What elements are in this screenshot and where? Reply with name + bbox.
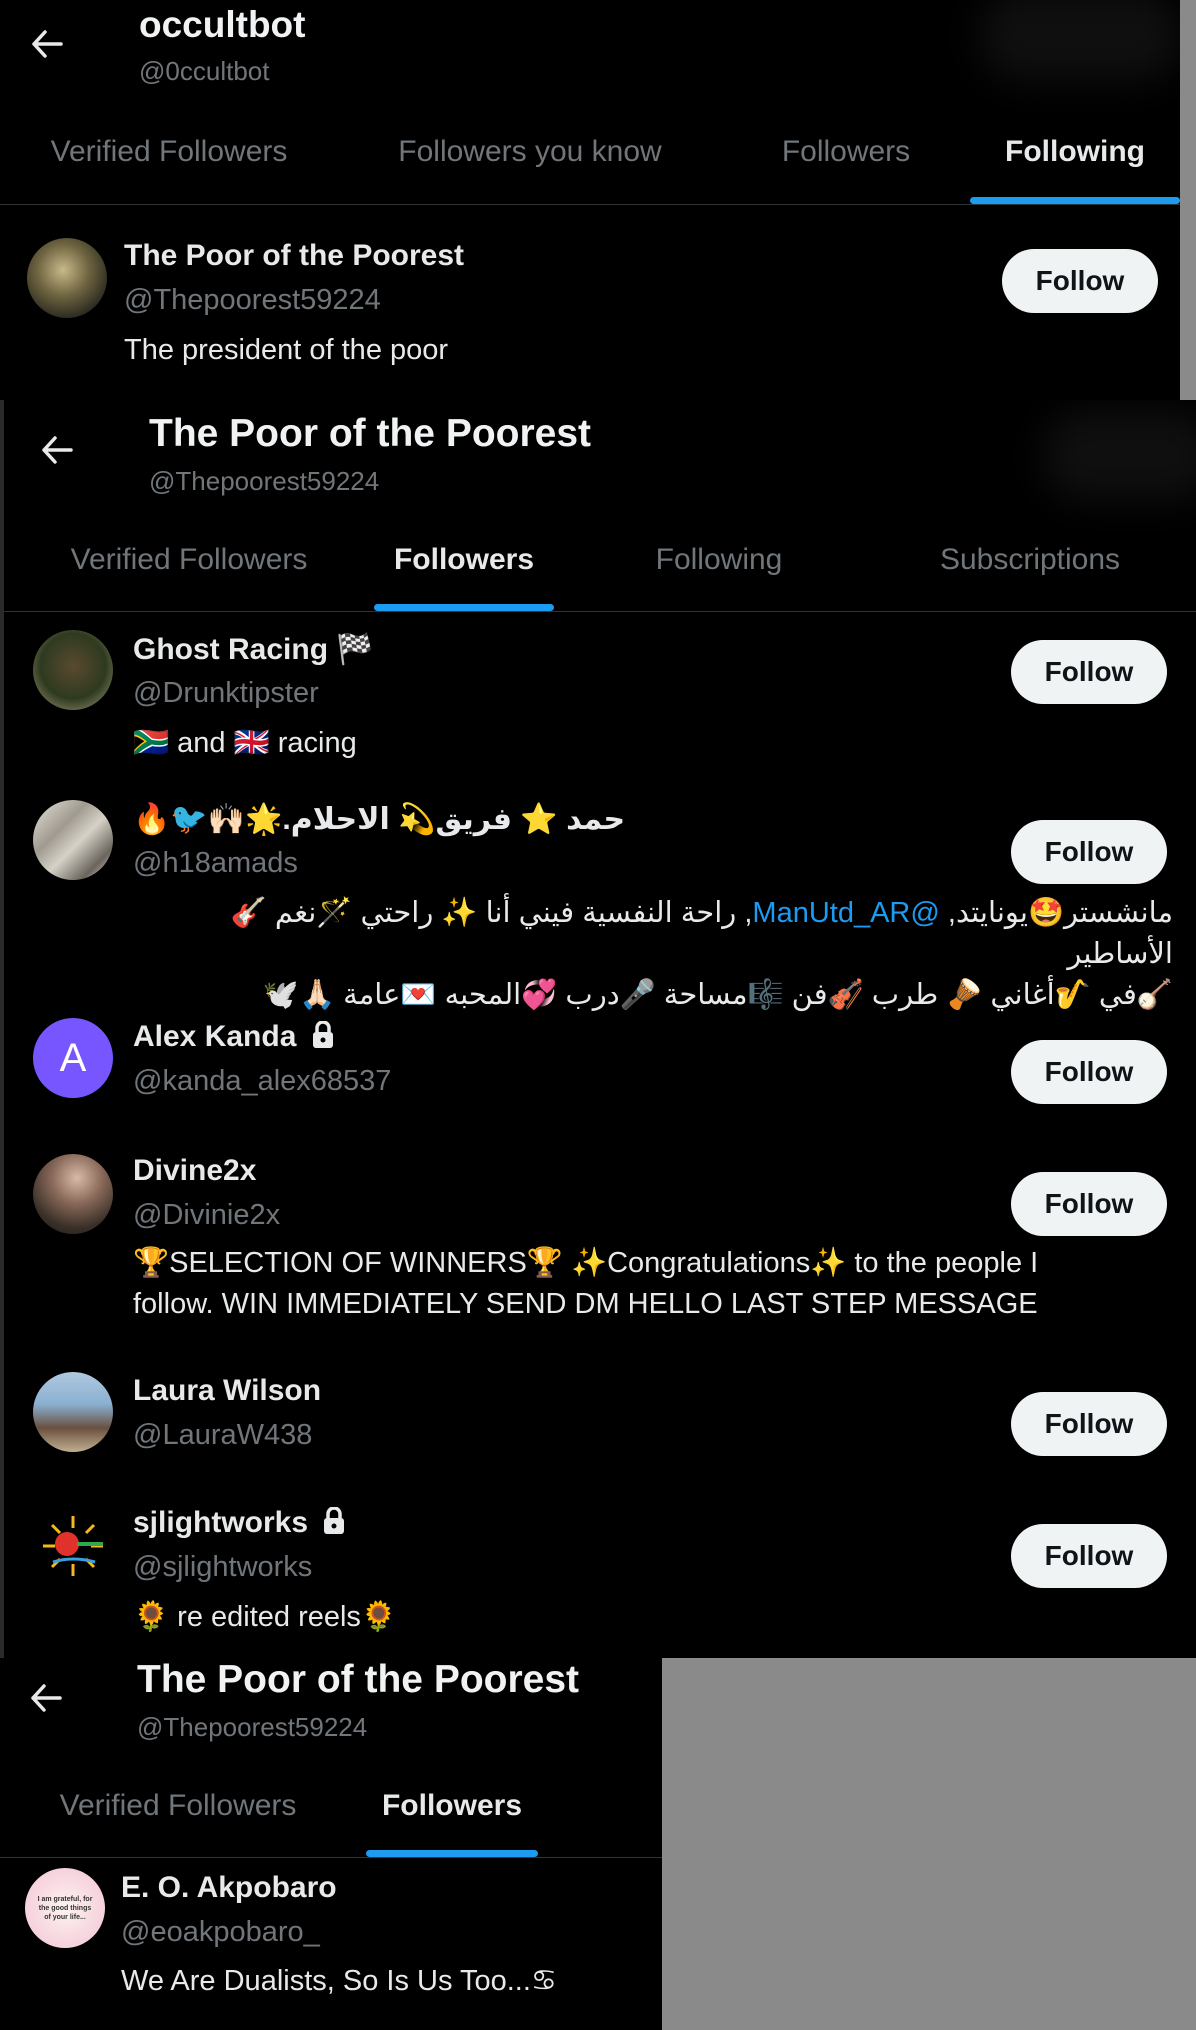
avatar	[33, 630, 113, 710]
follow-button[interactable]: Follow	[1002, 249, 1158, 313]
back-button[interactable]	[27, 24, 67, 64]
follow-button[interactable]: Follow	[1011, 1172, 1167, 1236]
page-title: occultbot	[139, 4, 306, 45]
user-handle: @Drunktipster	[133, 677, 319, 709]
user-name[interactable]: Laura Wilson	[133, 1374, 321, 1408]
avatar	[33, 800, 113, 880]
back-button[interactable]	[26, 1678, 66, 1718]
user-name[interactable]: 🔥🐦🙌🏻🌟.حمد ⭐ فريق💫 الاحلام	[133, 802, 625, 837]
avatar	[33, 1154, 113, 1234]
user-name[interactable]: E. O. Akpobaro	[121, 1871, 337, 1905]
user-bio: 🏆SELECTION OF WINNERS🏆 ✨Congratulations✨…	[133, 1247, 1039, 1320]
follow-button[interactable]: Follow	[1011, 1524, 1167, 1588]
arrow-left-icon	[42, 436, 73, 464]
user-row[interactable]: Divine2x @Divinie2x 🏆SELECTION OF WINNER…	[4, 1132, 1196, 1354]
user-name[interactable]: The Poor of the Poorest	[124, 239, 464, 273]
avatar	[27, 238, 107, 318]
user-handle: @eoakpobaro_	[121, 1916, 320, 1948]
user-name[interactable]: Ghost Racing 🏁	[133, 632, 374, 667]
user-bio: 🌻 re edited reels🌻	[133, 1601, 398, 1633]
avatar	[33, 1372, 113, 1452]
arrow-left-icon	[31, 1684, 62, 1712]
tab-followers[interactable]: Followers	[722, 100, 970, 204]
user-handle: @kanda_alex68537	[133, 1065, 392, 1097]
user-row[interactable]: The Poor of the Poorest @Thepoorest59224…	[0, 205, 1180, 400]
user-row[interactable]: Laura Wilson @LauraW438 Follow	[4, 1354, 1196, 1486]
tab-followers[interactable]: Followers	[374, 508, 554, 611]
avatar	[33, 1506, 113, 1586]
page-handle: @Thepoorest59224	[149, 466, 380, 496]
avatar-letter: A	[59, 1035, 87, 1080]
user-row[interactable]: Ghost Racing 🏁 @Drunktipster 🇿🇦 and 🇬🇧 r…	[4, 612, 1196, 782]
avatar: I am grateful, for the good things of yo…	[25, 1868, 105, 1948]
avatar-quote-text: I am grateful, for the good things of yo…	[37, 1895, 93, 1921]
tab-following[interactable]: Following	[554, 508, 884, 611]
user-handle: @LauraW438	[133, 1419, 313, 1451]
tab-followers[interactable]: Followers	[366, 1754, 538, 1857]
user-bio: The president of the poor	[124, 334, 449, 366]
page-handle: @Thepoorest59224	[137, 1712, 368, 1742]
profile-followers-screen-partial: The Poor of the Poorest @Thepoorest59224…	[0, 1658, 662, 2030]
user-row[interactable]: 🔥🐦🙌🏻🌟.حمد ⭐ فريق💫 الاحلام @h18amads مانش…	[4, 782, 1196, 1011]
user-handle: @Thepoorest59224	[124, 284, 381, 316]
user-handle: @Divinie2x	[133, 1199, 281, 1231]
back-button[interactable]	[37, 430, 77, 470]
user-bio: مانشستر🤩يونايتد, @ManUtd_AR, راحة النفسي…	[230, 897, 1173, 1011]
follow-button[interactable]: Follow	[1011, 820, 1167, 884]
user-handle: @h18amads	[133, 847, 298, 879]
page-title: The Poor of the Poorest	[149, 412, 592, 455]
tab-verified-followers[interactable]: Verified Followers	[0, 1754, 356, 1857]
tab-following[interactable]: Following	[970, 100, 1180, 204]
user-name[interactable]: Divine2x	[133, 1154, 256, 1188]
mention-link[interactable]: @ManUtd_AR	[752, 897, 939, 929]
user-bio: We Are Dualists, So Is Us Too...♋	[121, 1965, 557, 1997]
tab-followers-you-know[interactable]: Followers you know	[338, 100, 722, 204]
arrow-left-icon	[32, 30, 63, 58]
follow-button[interactable]: Follow	[1011, 1392, 1167, 1456]
tab-subscriptions[interactable]: Subscriptions	[884, 508, 1176, 611]
follow-button[interactable]: Follow	[1011, 1040, 1167, 1104]
follow-button[interactable]: Follow	[1011, 640, 1167, 704]
tab-verified-followers[interactable]: Verified Followers	[0, 100, 338, 204]
profile-following-screen: occultbot @0ccultbot Verified Followers …	[0, 0, 1180, 400]
tab-verified-followers[interactable]: Verified Followers	[4, 508, 374, 611]
sun-logo-icon	[43, 1516, 103, 1576]
user-bio: 🇿🇦 and 🇬🇧 racing	[133, 727, 357, 759]
page-title: The Poor of the Poorest	[137, 1658, 580, 1701]
page-handle: @0ccultbot	[139, 56, 270, 86]
user-row[interactable]: sjlightworks @sjlightworks 🌻 re edited r…	[4, 1486, 1196, 1658]
user-handle: @sjlightworks	[133, 1551, 313, 1583]
profile-followers-screen: The Poor of the Poorest @Thepoorest59224…	[0, 400, 1196, 1658]
user-row[interactable]: A Alex Kanda @kanda_alex68537 Follow	[4, 1002, 1196, 1132]
lock-icon	[324, 1506, 345, 1534]
user-name[interactable]: sjlightworks	[133, 1506, 346, 1540]
user-row[interactable]: I am grateful, for the good things of yo…	[0, 1858, 662, 2030]
lock-icon	[312, 1020, 333, 1048]
user-name[interactable]: Alex Kanda	[133, 1020, 335, 1054]
avatar: A	[33, 1018, 113, 1098]
